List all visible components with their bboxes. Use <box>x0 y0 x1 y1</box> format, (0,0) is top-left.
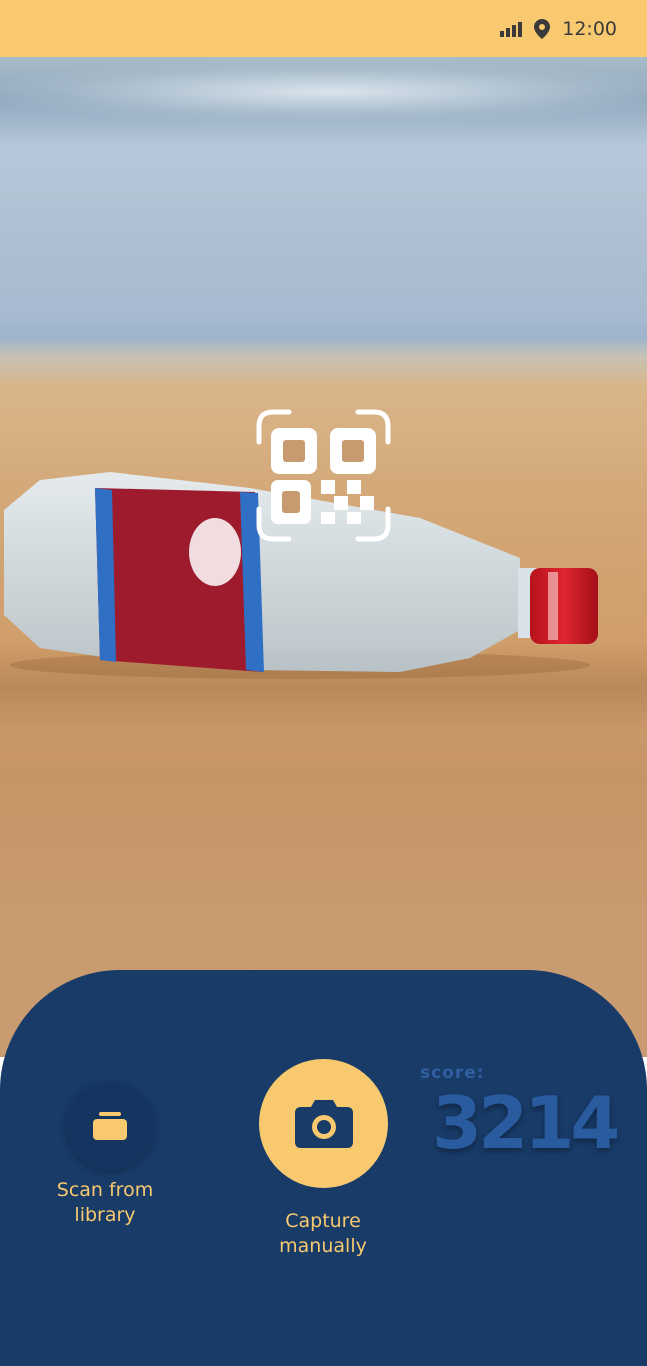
capture-button[interactable] <box>259 1059 388 1188</box>
capture-manually-label[interactable]: Capture manually <box>248 1209 398 1259</box>
scan-from-library-label[interactable]: Scan from library <box>30 1178 180 1228</box>
qr-scan-icon[interactable] <box>255 408 392 543</box>
signal-icon <box>500 21 523 37</box>
score-value: 3214 <box>432 1081 620 1165</box>
camera-icon <box>294 1099 353 1148</box>
library-stack-icon <box>93 1112 127 1140</box>
scan-from-library-button[interactable] <box>66 1082 154 1170</box>
status-time: 12:00 <box>562 17 617 40</box>
background-wave <box>0 62 647 122</box>
location-icon <box>534 18 551 39</box>
status-bar: 12:00 <box>0 0 647 57</box>
